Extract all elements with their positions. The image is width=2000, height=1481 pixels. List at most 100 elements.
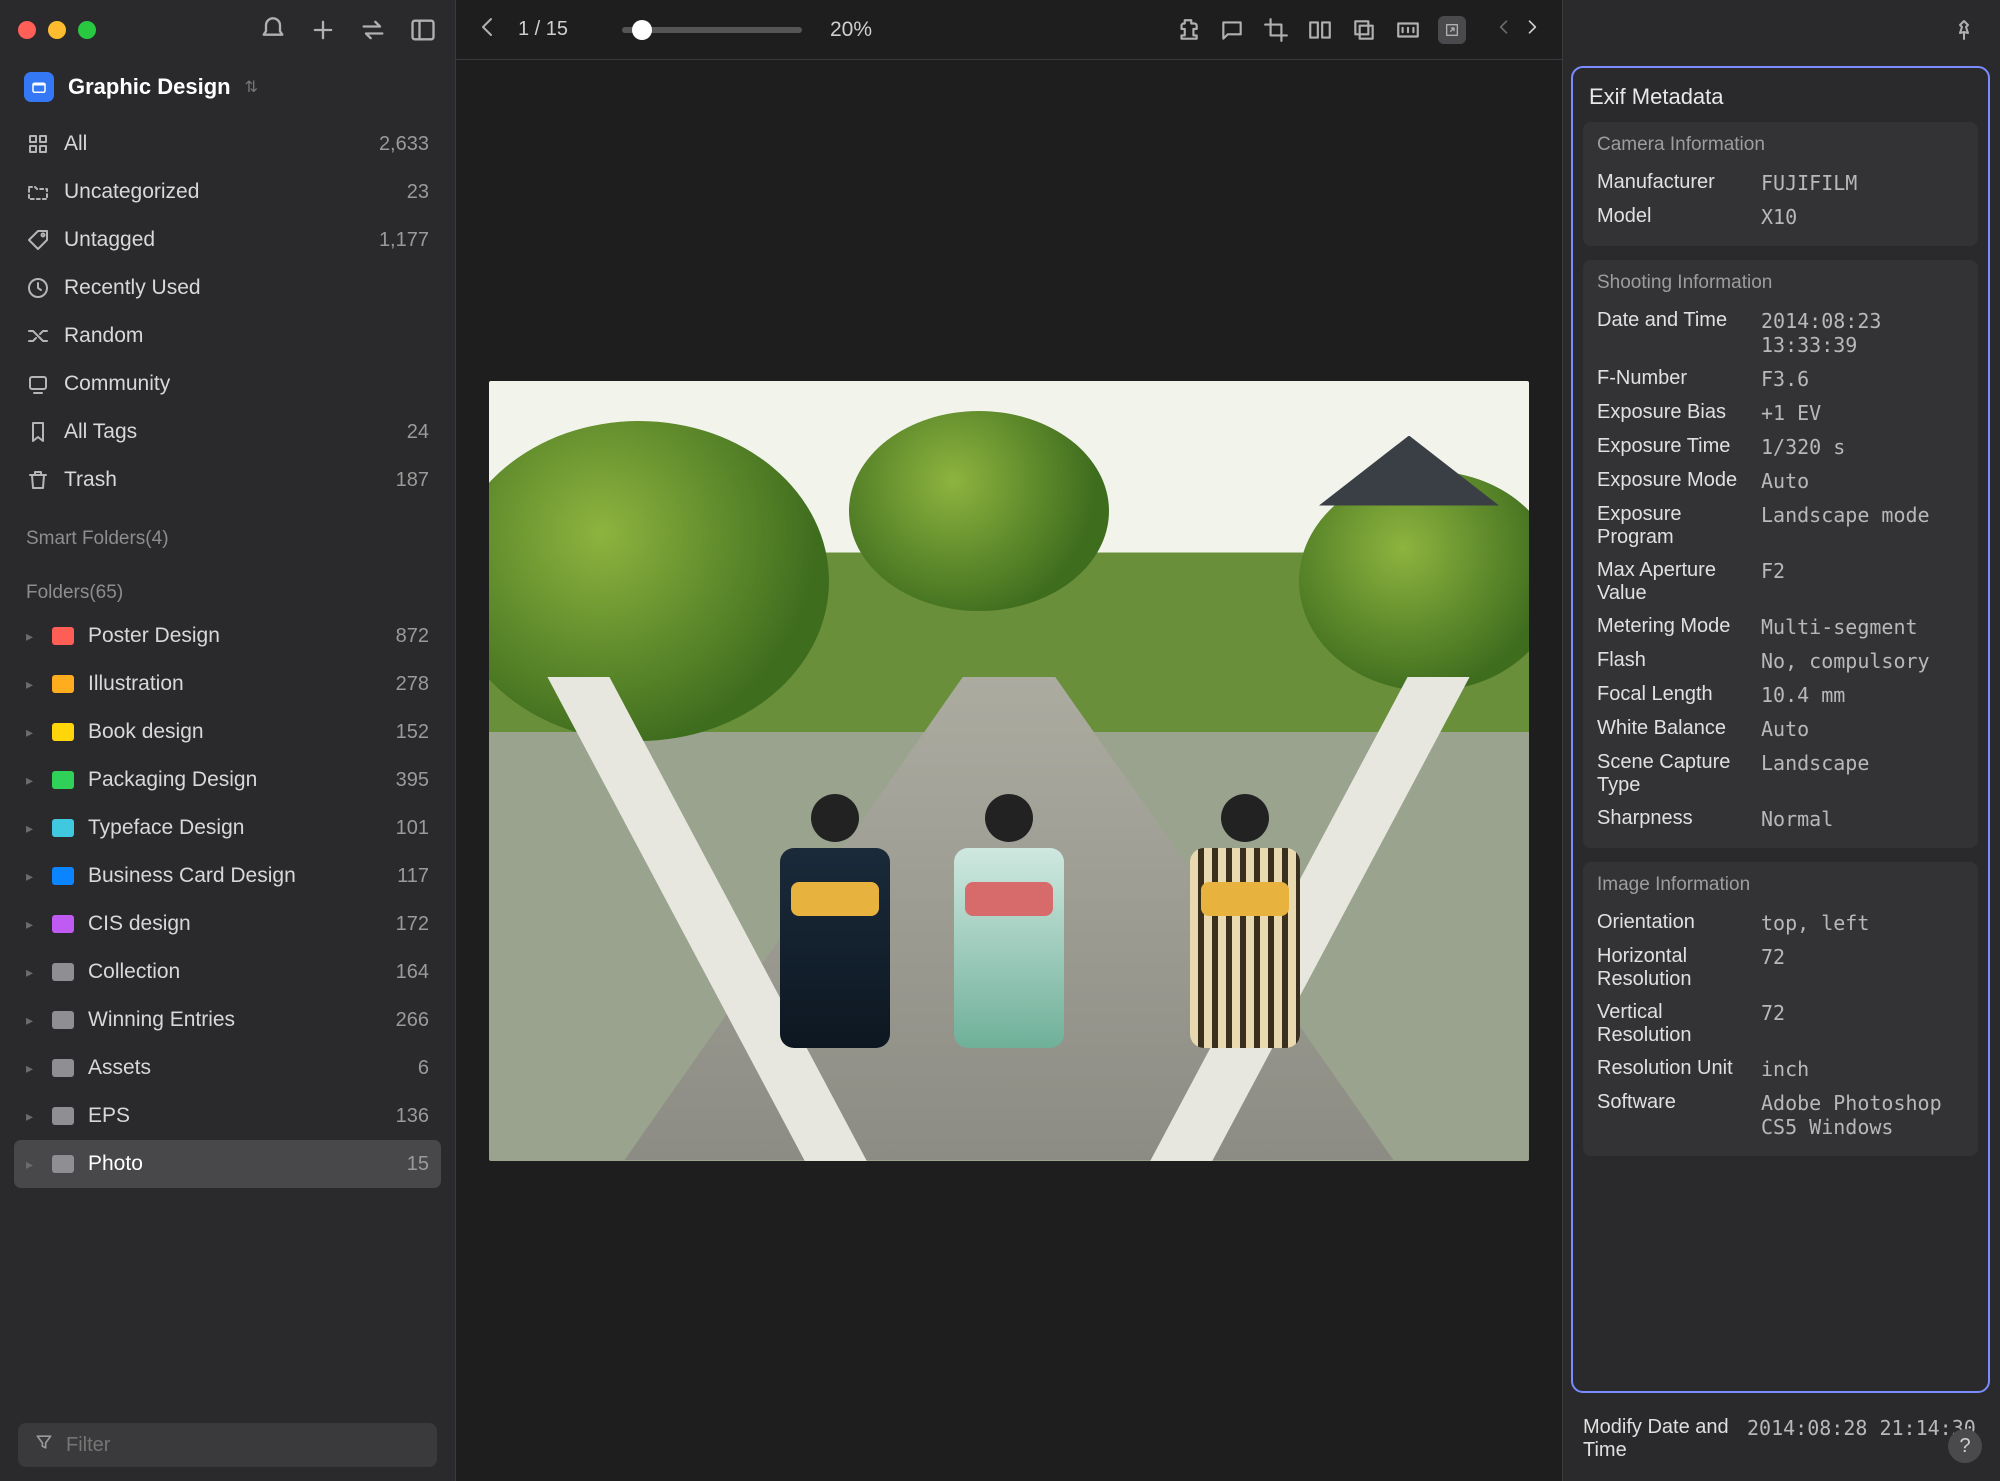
chevron-right-icon: ▸ — [26, 676, 38, 693]
exif-body[interactable]: Camera Information ManufacturerFUJIFILMM… — [1573, 122, 1988, 1391]
folder-item[interactable]: ▸ Illustration 278 — [14, 660, 441, 708]
chevron-right-icon: ▸ — [26, 1012, 38, 1029]
nav-list: All 2,633 Uncategorized 23 Untagged 1,17… — [0, 120, 455, 1409]
window-close-button[interactable] — [18, 21, 36, 39]
chevron-updown-icon: ⇅ — [245, 77, 258, 97]
folder-icon — [52, 1107, 74, 1125]
zoom-slider-handle[interactable] — [632, 20, 652, 40]
extension-icon[interactable] — [1174, 16, 1202, 44]
chevron-right-icon: ▸ — [26, 724, 38, 741]
folder-item[interactable]: ▸ Poster Design 872 — [14, 612, 441, 660]
folder-label: Assets — [88, 1056, 404, 1080]
nav-label: Community — [64, 372, 170, 396]
folder-icon — [52, 915, 74, 933]
exif-panel: Exif Metadata Camera Information Manufac… — [1571, 66, 1990, 1393]
dimensions-icon[interactable] — [1394, 16, 1422, 44]
folder-item[interactable]: ▸ Photo 15 — [14, 1140, 441, 1188]
nav-trash[interactable]: Trash 187 — [14, 456, 441, 504]
exif-value: Normal — [1761, 807, 1964, 831]
open-external-icon[interactable] — [1438, 16, 1466, 44]
canvas[interactable] — [456, 60, 1562, 1481]
bell-icon[interactable] — [259, 16, 287, 44]
transfer-icon[interactable] — [359, 16, 387, 44]
folder-count: 152 — [396, 721, 429, 744]
folder-icon — [52, 723, 74, 741]
panel-toggle-icon[interactable] — [409, 16, 437, 44]
nav-recent[interactable]: Recently Used — [14, 264, 441, 312]
prev-button[interactable] — [1494, 17, 1514, 43]
window-minimize-button[interactable] — [48, 21, 66, 39]
help-button[interactable]: ? — [1948, 1429, 1982, 1463]
exif-key: Model — [1597, 205, 1747, 228]
exif-row: Vertical Resolution72 — [1597, 996, 1964, 1052]
chevron-right-icon: ▸ — [26, 1060, 38, 1077]
folder-item[interactable]: ▸ Typeface Design 101 — [14, 804, 441, 852]
folder-item[interactable]: ▸ Assets 6 — [14, 1044, 441, 1092]
exif-value: 72 — [1761, 945, 1964, 969]
exif-key: Exposure Mode — [1597, 469, 1747, 492]
window-maximize-button[interactable] — [78, 21, 96, 39]
plus-icon[interactable] — [309, 16, 337, 44]
zoom-label: 20% — [830, 18, 872, 42]
folder-count: 172 — [396, 913, 429, 936]
crop-icon[interactable] — [1262, 16, 1290, 44]
duplicate-icon[interactable] — [1350, 16, 1378, 44]
chevron-right-icon: ▸ — [26, 1156, 38, 1173]
folder-icon — [52, 771, 74, 789]
exif-key: Exposure Bias — [1597, 401, 1747, 424]
folder-count: 266 — [396, 1009, 429, 1032]
window-controls — [18, 21, 96, 39]
folder-item[interactable]: ▸ EPS 136 — [14, 1092, 441, 1140]
nav-all[interactable]: All 2,633 — [14, 120, 441, 168]
folder-count: 872 — [396, 625, 429, 648]
folder-item[interactable]: ▸ Business Card Design 117 — [14, 852, 441, 900]
image-preview[interactable] — [489, 381, 1529, 1161]
library-switcher[interactable]: Graphic Design ⇅ — [0, 60, 455, 120]
next-button[interactable] — [1522, 17, 1542, 43]
filter-bar[interactable] — [18, 1423, 437, 1467]
exif-row: Horizontal Resolution72 — [1597, 940, 1964, 996]
exif-trailing: Modify Date and Time2014:08:28 21:14:30 — [1563, 1405, 2000, 1481]
exif-value: Adobe Photoshop CS5 Windows — [1761, 1091, 1964, 1139]
folder-item[interactable]: ▸ Winning Entries 266 — [14, 996, 441, 1044]
camera-info-group: Camera Information ManufacturerFUJIFILMM… — [1583, 122, 1978, 246]
folder-item[interactable]: ▸ Collection 164 — [14, 948, 441, 996]
inspector-topbar — [1563, 0, 2000, 60]
nav-random[interactable]: Random — [14, 312, 441, 360]
zoom-slider[interactable] — [622, 27, 802, 33]
shooting-info-header: Shooting Information — [1597, 272, 1964, 294]
folder-count: 15 — [407, 1153, 429, 1176]
folder-item[interactable]: ▸ Packaging Design 395 — [14, 756, 441, 804]
nav-count: 24 — [407, 421, 429, 444]
exif-row: SharpnessNormal — [1597, 802, 1964, 836]
folder-count: 136 — [396, 1105, 429, 1128]
folder-item[interactable]: ▸ CIS design 172 — [14, 900, 441, 948]
shuffle-icon — [26, 324, 50, 348]
folder-icon — [52, 819, 74, 837]
filter-input[interactable] — [66, 1434, 421, 1457]
exif-key: Orientation — [1597, 911, 1747, 934]
back-button[interactable] — [476, 15, 500, 45]
compare-icon[interactable] — [1306, 16, 1334, 44]
exif-value: Auto — [1761, 717, 1964, 741]
folder-dashed-icon — [26, 180, 50, 204]
inspector-pane: Exif Metadata Camera Information Manufac… — [1562, 0, 2000, 1481]
exif-row: Max Aperture ValueF2 — [1597, 554, 1964, 610]
nav-uncategorized[interactable]: Uncategorized 23 — [14, 168, 441, 216]
smart-folders-header[interactable]: Smart Folders(4) — [14, 504, 441, 558]
nav-community[interactable]: Community — [14, 360, 441, 408]
folder-item[interactable]: ▸ Book design 152 — [14, 708, 441, 756]
nav-all-tags[interactable]: All Tags 24 — [14, 408, 441, 456]
nav-count: 1,177 — [379, 229, 429, 252]
exif-row: SoftwareAdobe Photoshop CS5 Windows — [1597, 1086, 1964, 1144]
folder-count: 164 — [396, 961, 429, 984]
pin-icon[interactable] — [1950, 16, 1978, 44]
nav-label: Uncategorized — [64, 180, 199, 204]
nav-untagged[interactable]: Untagged 1,177 — [14, 216, 441, 264]
folder-label: Packaging Design — [88, 768, 382, 792]
titlebar — [0, 0, 455, 60]
chevron-right-icon: ▸ — [26, 916, 38, 933]
folders-header[interactable]: Folders(65) — [14, 558, 441, 612]
annotate-icon[interactable] — [1218, 16, 1246, 44]
exif-value: 10.4 mm — [1761, 683, 1964, 707]
